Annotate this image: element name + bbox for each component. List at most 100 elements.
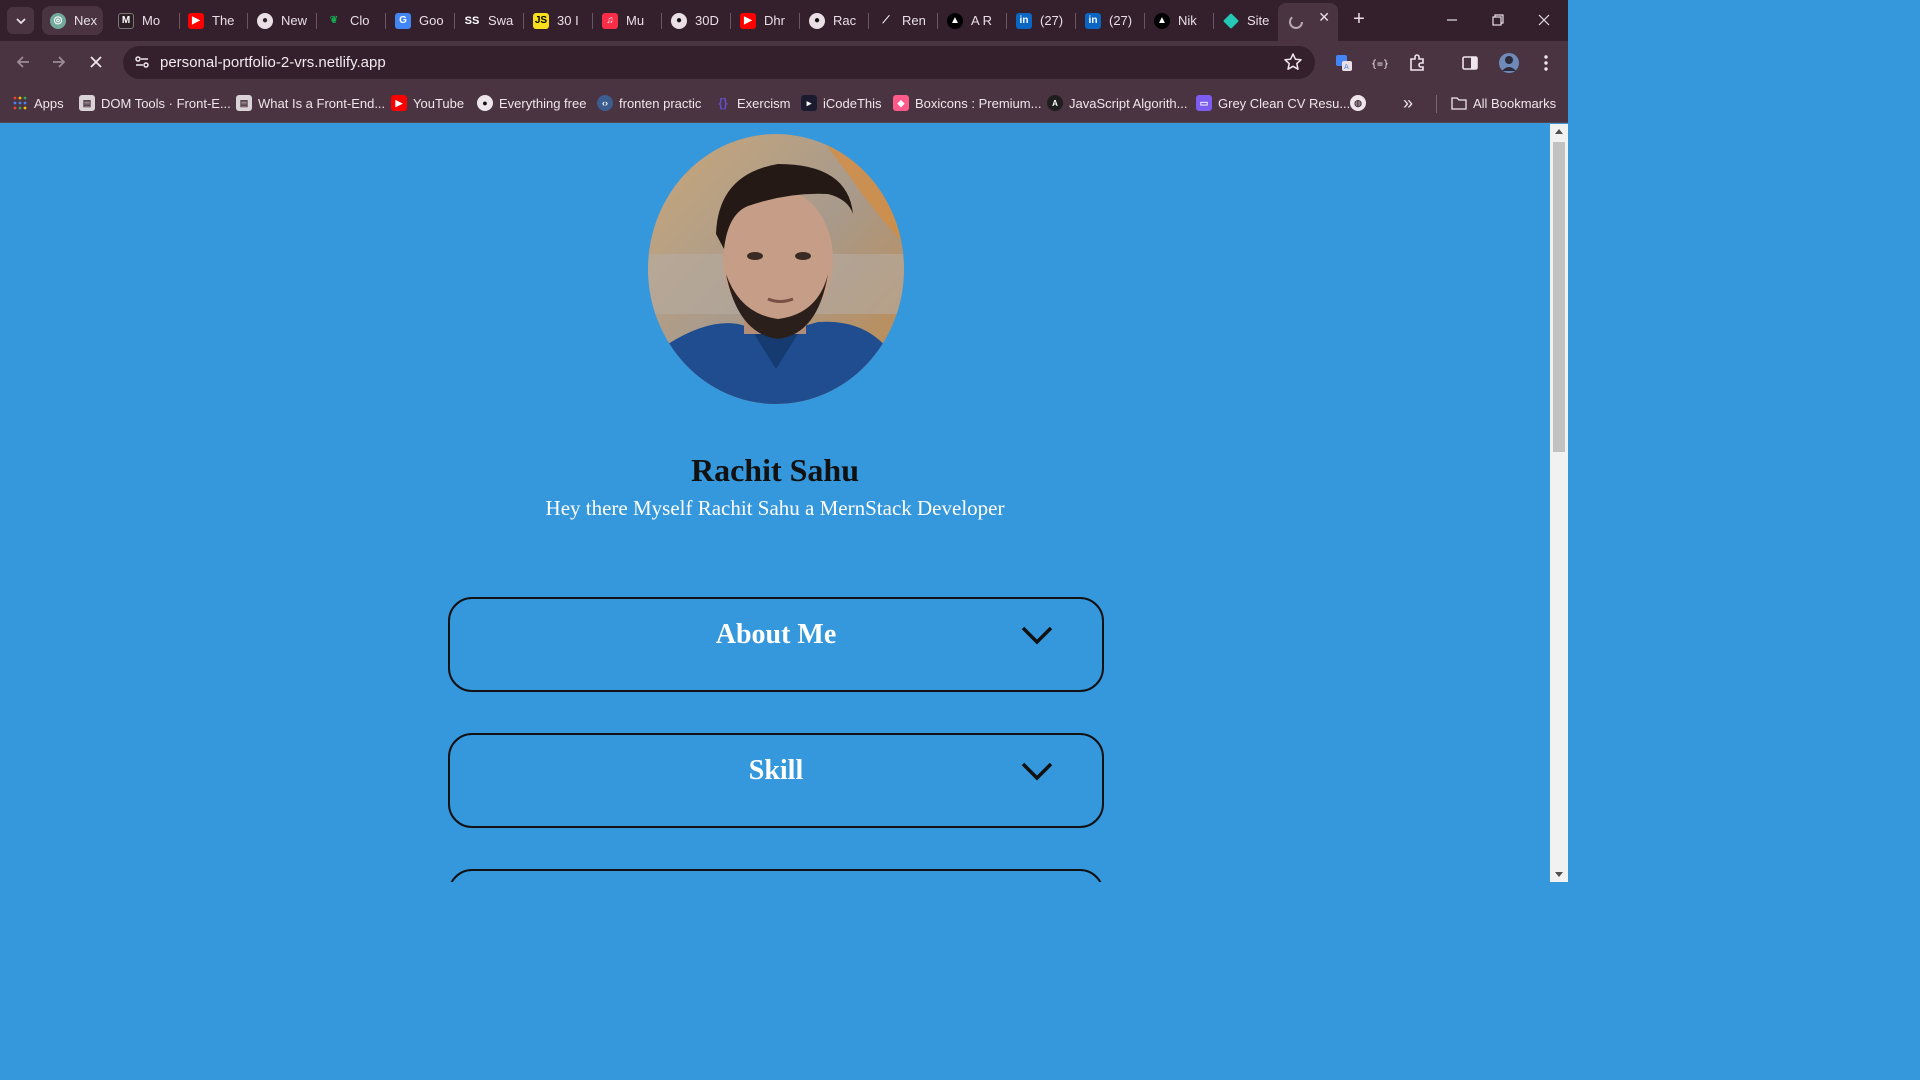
- scroll-down-arrow[interactable]: [1555, 872, 1563, 877]
- tab-vercel-ar[interactable]: ▲ A R: [939, 6, 1007, 35]
- tab-swa[interactable]: SS Swa: [456, 6, 524, 35]
- stop-loading-button[interactable]: [84, 50, 108, 74]
- tab-strip: ◎ Nex M Mo ▶ The ● New ❦ Clo G Goo SS Sw…: [0, 0, 1568, 41]
- bookmark-apps[interactable]: Apps: [12, 94, 64, 112]
- all-bookmarks-button[interactable]: All Bookmarks: [1451, 94, 1556, 112]
- accordion-title: Skill: [748, 755, 804, 786]
- tab-label: Rac: [833, 13, 857, 28]
- tab-mongodb[interactable]: ❦ Clo: [318, 6, 386, 35]
- tab-label: Dhr: [764, 13, 785, 28]
- render-icon: ⟋: [882, 15, 890, 26]
- bookmark-label: Boxicons : Premium...: [915, 95, 1042, 111]
- tab-chatgpt[interactable]: ◎ Nex: [42, 6, 103, 35]
- extensions-puzzle-icon[interactable]: [1407, 53, 1427, 73]
- canva-icon: ▭: [1196, 95, 1212, 111]
- bookmark-label: iCodeThis: [823, 95, 882, 111]
- tab-label: New: [281, 13, 308, 28]
- bookmark-star-icon[interactable]: [1283, 52, 1303, 77]
- forward-button[interactable]: [47, 50, 71, 74]
- bookmark-label: DOM Tools · Front-E...: [101, 95, 231, 111]
- vercel-icon: ▲: [1154, 12, 1170, 29]
- github-icon: ●: [809, 12, 825, 29]
- youtube-icon: ▶: [740, 12, 756, 29]
- tab-linkedin-2[interactable]: in (27): [1077, 6, 1145, 35]
- bookmark-label: All Bookmarks: [1473, 95, 1557, 111]
- book-icon: ▤: [236, 95, 252, 111]
- bookmark-grey-clean-cv[interactable]: ▭ Grey Clean CV Resu...: [1196, 94, 1350, 112]
- icodethis-icon: ▸: [801, 95, 817, 111]
- globe-icon: ◍: [1350, 95, 1366, 111]
- site-info-icon[interactable]: [133, 53, 151, 76]
- tab-google-translate[interactable]: G Goo: [387, 6, 455, 35]
- side-panel-icon[interactable]: [1460, 53, 1480, 73]
- google-translate-icon: G: [395, 12, 411, 29]
- folder-icon: [1451, 95, 1467, 111]
- tab-vercel-nik[interactable]: ▲ Nik: [1146, 6, 1214, 35]
- close-tab-icon[interactable]: ✕: [1318, 9, 1330, 26]
- restore-icon[interactable]: [1486, 8, 1510, 32]
- tab-notion[interactable]: M Mo: [110, 6, 180, 35]
- chevron-down-icon[interactable]: [1020, 623, 1054, 647]
- youtube-icon: ▶: [391, 95, 407, 111]
- bookmark-label: Everything free: [499, 95, 587, 111]
- bookmark-label: fronten practic: [619, 95, 702, 111]
- accordion-next-section[interactable]: [448, 869, 1104, 882]
- scrollbar-thumb[interactable]: [1553, 142, 1565, 452]
- bookmark-icodethis[interactable]: ▸ iCodeThis: [801, 94, 882, 112]
- bookmark-javascript-algorithms[interactable]: A JavaScript Algorith...: [1047, 94, 1188, 112]
- tab-label: A R: [971, 13, 992, 28]
- page-scrollbar[interactable]: [1550, 124, 1568, 882]
- json-extension-icon[interactable]: {=}: [1370, 53, 1390, 73]
- loading-spinner-icon: [1288, 14, 1304, 30]
- bookmark-dom-tools[interactable]: ▤ DOM Tools · Front-E...: [79, 94, 231, 112]
- more-bookmarks-button[interactable]: »: [1403, 93, 1413, 113]
- tab-label: The: [212, 13, 235, 28]
- minimize-icon[interactable]: [1440, 8, 1464, 32]
- chevron-down-icon[interactable]: [1020, 759, 1054, 783]
- tab-linkedin-1[interactable]: in (27): [1008, 6, 1076, 35]
- bookmark-exercism[interactable]: {} Exercism: [715, 94, 790, 112]
- accordion-skill[interactable]: Skill: [448, 733, 1104, 828]
- new-tab-button[interactable]: +: [1348, 8, 1370, 30]
- tab-javascript30[interactable]: JS 30 I: [525, 6, 593, 35]
- tab-github-30d[interactable]: ● 30D: [663, 6, 731, 35]
- apps-grid-icon: [12, 95, 28, 111]
- bookmark-everything-free[interactable]: ● Everything free: [477, 94, 586, 112]
- url-text[interactable]: personal-portfolio-2-vrs.netlify.app: [160, 54, 386, 71]
- bookmark-boxicons[interactable]: ◆ Boxicons : Premium...: [893, 94, 1041, 112]
- profile-avatar-icon[interactable]: [1497, 51, 1521, 75]
- bookmark-globe[interactable]: ◍: [1350, 94, 1366, 112]
- tab-active-portfolio[interactable]: ✕: [1278, 3, 1338, 41]
- address-bar[interactable]: personal-portfolio-2-vrs.netlify.app: [123, 46, 1315, 79]
- arrow-right-icon: [53, 56, 66, 68]
- tab-chrome[interactable]: ● New: [249, 6, 317, 35]
- bookmark-fronten-practic[interactable]: ‹› fronten practic: [597, 94, 701, 112]
- tab-label: Mu: [626, 13, 645, 28]
- bookmark-front-end[interactable]: ▤ What Is a Front-End...: [236, 94, 385, 112]
- tab-music[interactable]: ♫ Mu: [594, 6, 662, 35]
- ss-icon: SS: [464, 14, 480, 27]
- tab-label: Ren: [902, 13, 926, 28]
- tab-render[interactable]: ⟋ Ren: [870, 6, 938, 35]
- close-icon: [90, 56, 102, 68]
- github-icon: ●: [671, 12, 687, 29]
- close-window-icon[interactable]: [1532, 8, 1556, 32]
- tab-github-rac[interactable]: ● Rac: [801, 6, 869, 35]
- back-button[interactable]: [11, 50, 35, 74]
- youtube-icon: ▶: [188, 12, 204, 29]
- tab-label: Swa: [488, 13, 514, 28]
- tab-search-button[interactable]: [7, 7, 34, 34]
- tab-youtube-dhr[interactable]: ▶ Dhr: [732, 6, 800, 35]
- browser-menu-icon[interactable]: [1536, 53, 1556, 73]
- translate-extension-icon[interactable]: A: [1334, 53, 1354, 73]
- linkedin-icon: in: [1085, 12, 1101, 29]
- tab-label: Clo: [350, 13, 370, 28]
- scroll-up-arrow[interactable]: [1555, 129, 1563, 134]
- bookmark-youtube[interactable]: ▶ YouTube: [391, 94, 464, 112]
- chatgpt-icon: ◎: [50, 12, 66, 29]
- tab-label: (27): [1109, 13, 1133, 28]
- tab-youtube[interactable]: ▶ The: [180, 6, 248, 35]
- music-icon: ♫: [602, 12, 618, 29]
- accordion-about-me[interactable]: About Me: [448, 597, 1104, 692]
- tab-netlify-site[interactable]: Site: [1215, 6, 1275, 35]
